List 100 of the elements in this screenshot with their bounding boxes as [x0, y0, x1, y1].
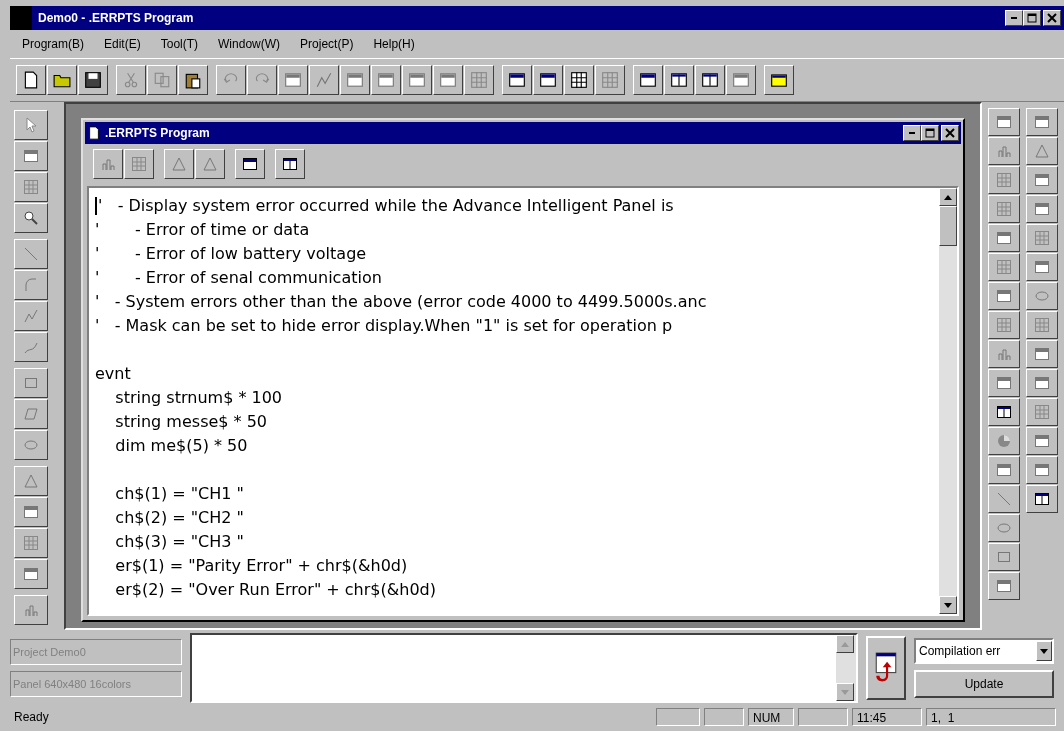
tool-button[interactable] [988, 456, 1020, 484]
maximize-button[interactable] [1023, 10, 1041, 26]
toolbar-button[interactable] [464, 65, 494, 95]
tool-button[interactable] [988, 485, 1020, 513]
tool-button[interactable] [988, 572, 1020, 600]
tool-button[interactable] [1026, 456, 1058, 484]
toolbar-button[interactable] [340, 65, 370, 95]
filter-dropdown[interactable]: Compilation err [914, 638, 1054, 664]
toolbar-button[interactable] [47, 65, 77, 95]
tool-button[interactable] [14, 110, 48, 140]
toolbar-button[interactable] [309, 65, 339, 95]
tool-button[interactable] [14, 172, 48, 202]
toolbar-button[interactable] [93, 149, 123, 179]
tool-button[interactable] [988, 224, 1020, 252]
menu-item[interactable]: Tool(T) [152, 34, 207, 54]
tool-button[interactable] [14, 399, 48, 429]
scroll-down-button[interactable] [836, 683, 854, 701]
toolbar-button[interactable] [433, 65, 463, 95]
tool-button[interactable] [988, 195, 1020, 223]
tool-button[interactable] [14, 141, 48, 171]
close-button[interactable] [941, 125, 959, 141]
tool-button[interactable] [988, 311, 1020, 339]
menu-item[interactable]: Project(P) [292, 34, 362, 54]
tool-button[interactable] [988, 137, 1020, 165]
scrollbar[interactable] [939, 188, 957, 614]
close-button[interactable] [1043, 10, 1061, 26]
tool-button[interactable] [1026, 427, 1058, 455]
toolbar-button[interactable] [564, 65, 594, 95]
update-button[interactable]: Update [914, 670, 1054, 698]
toolbar-button[interactable] [195, 149, 225, 179]
tool-button[interactable] [14, 270, 48, 300]
toolbar-button[interactable] [502, 65, 532, 95]
toolbar-button[interactable] [695, 65, 725, 95]
tool-button[interactable] [988, 282, 1020, 310]
tool-button[interactable] [14, 301, 48, 331]
tool-button[interactable] [988, 427, 1020, 455]
tool-button[interactable] [1026, 282, 1058, 310]
toolbar-button[interactable] [726, 65, 756, 95]
tool-button[interactable] [1026, 369, 1058, 397]
toolbar-button[interactable] [633, 65, 663, 95]
toolbar-button[interactable] [278, 65, 308, 95]
tool-button[interactable] [1026, 166, 1058, 194]
toolbar-button[interactable] [124, 149, 154, 179]
menu-item[interactable]: Help(H) [365, 34, 423, 54]
tool-button[interactable] [988, 543, 1020, 571]
toolbar-button[interactable] [147, 65, 177, 95]
tool-button[interactable] [14, 430, 48, 460]
minimize-button[interactable] [1005, 10, 1023, 26]
toolbar-button[interactable] [247, 65, 277, 95]
scroll-thumb[interactable] [939, 206, 957, 246]
toolbar-button[interactable] [178, 65, 208, 95]
tool-button[interactable] [988, 514, 1020, 542]
tool-button[interactable] [14, 332, 48, 362]
tool-button[interactable] [14, 559, 48, 589]
scroll-up-button[interactable] [836, 635, 854, 653]
scroll-down-button[interactable] [939, 596, 957, 614]
jump-button[interactable] [866, 636, 906, 700]
tool-button[interactable] [988, 398, 1020, 426]
tool-button[interactable] [988, 340, 1020, 368]
toolbar-button[interactable] [533, 65, 563, 95]
toolbar-button[interactable] [216, 65, 246, 95]
minimize-button[interactable] [903, 125, 921, 141]
toolbar-button[interactable] [595, 65, 625, 95]
tool-button[interactable] [14, 368, 48, 398]
tool-button[interactable] [1026, 195, 1058, 223]
toolbar-button[interactable] [764, 65, 794, 95]
menu-item[interactable]: Program(B) [14, 34, 92, 54]
tool-button[interactable] [1026, 253, 1058, 281]
tool-button[interactable] [988, 166, 1020, 194]
tool-button[interactable] [1026, 311, 1058, 339]
scroll-up-button[interactable] [939, 188, 957, 206]
toolbar-button[interactable] [371, 65, 401, 95]
menu-item[interactable]: Window(W) [210, 34, 289, 54]
toolbar-button[interactable] [164, 149, 194, 179]
tool-button[interactable] [1026, 398, 1058, 426]
toolbar-button[interactable] [402, 65, 432, 95]
toolbar-button[interactable] [16, 65, 46, 95]
toolbar-button[interactable] [664, 65, 694, 95]
toolbar-button[interactable] [116, 65, 146, 95]
tool-button[interactable] [988, 369, 1020, 397]
tool-button[interactable] [14, 497, 48, 527]
tool-button[interactable] [14, 528, 48, 558]
tool-button[interactable] [14, 239, 48, 269]
menu-item[interactable]: Edit(E) [96, 34, 149, 54]
tool-button[interactable] [1026, 108, 1058, 136]
toolbar-button[interactable] [78, 65, 108, 95]
tool-button[interactable] [14, 203, 48, 233]
tool-button[interactable] [1026, 137, 1058, 165]
toolbar-button[interactable] [275, 149, 305, 179]
tool-button[interactable] [1026, 224, 1058, 252]
tool-button[interactable] [14, 466, 48, 496]
dropdown-button[interactable] [1036, 641, 1052, 661]
maximize-button[interactable] [921, 125, 939, 141]
tool-button[interactable] [14, 595, 48, 625]
tool-button[interactable] [1026, 485, 1058, 513]
clock-text: 11:45 [852, 708, 922, 726]
toolbar-button[interactable] [235, 149, 265, 179]
tool-button[interactable] [988, 108, 1020, 136]
tool-button[interactable] [988, 253, 1020, 281]
tool-button[interactable] [1026, 340, 1058, 368]
